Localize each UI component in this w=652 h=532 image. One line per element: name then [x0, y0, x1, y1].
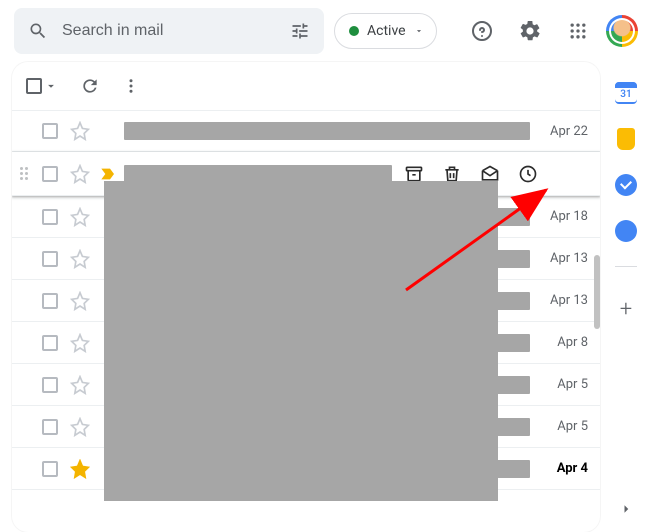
- calendar-day: 31: [615, 88, 637, 102]
- row-checkbox[interactable]: [42, 123, 58, 139]
- message-date: Apr 13: [542, 293, 588, 308]
- mail-panel: Apr 22 Apr 18 Apr 13 Apr: [0, 62, 600, 532]
- redacted-content-block: [104, 181, 498, 501]
- search-icon: [28, 21, 48, 41]
- message-list: Apr 22 Apr 18 Apr 13 Apr: [12, 110, 600, 490]
- star-icon[interactable]: [70, 417, 90, 437]
- message-date: Apr 5: [542, 377, 588, 392]
- header-right-icons: [462, 11, 638, 51]
- chevron-down-icon: [414, 26, 424, 36]
- divider: [615, 266, 637, 267]
- mail-card: Apr 22 Apr 18 Apr 13 Apr: [12, 62, 600, 532]
- message-preview-redacted: [124, 122, 530, 140]
- collapse-panel-button[interactable]: [617, 500, 635, 518]
- message-preview-redacted: [124, 165, 392, 183]
- select-all[interactable]: [26, 78, 58, 94]
- row-checkbox[interactable]: [42, 335, 58, 351]
- star-icon[interactable]: [70, 121, 90, 141]
- calendar-app-icon[interactable]: 31: [615, 82, 637, 104]
- message-date: Apr 18: [542, 209, 588, 224]
- row-checkbox[interactable]: [42, 293, 58, 309]
- message-date: Apr 13: [542, 251, 588, 266]
- star-icon[interactable]: [70, 375, 90, 395]
- row-checkbox[interactable]: [42, 209, 58, 225]
- message-date: Apr 5: [542, 419, 588, 434]
- settings-button[interactable]: [510, 11, 550, 51]
- tasks-app-icon[interactable]: [615, 174, 637, 196]
- row-checkbox[interactable]: [42, 461, 58, 477]
- snooze-icon[interactable]: [518, 164, 538, 184]
- star-icon[interactable]: [70, 164, 90, 184]
- tune-icon[interactable]: [290, 21, 310, 41]
- star-icon[interactable]: [70, 291, 90, 311]
- important-marker[interactable]: [100, 167, 118, 181]
- contacts-app-icon[interactable]: [615, 220, 637, 242]
- row-checkbox[interactable]: [42, 419, 58, 435]
- more-button[interactable]: [122, 77, 140, 95]
- side-panel: 31 +: [600, 62, 652, 532]
- keep-app-icon[interactable]: [617, 128, 635, 150]
- toolbar: [12, 62, 600, 110]
- message-date: Apr 8: [542, 335, 588, 350]
- add-app-button[interactable]: +: [620, 297, 632, 322]
- header: Active: [0, 0, 652, 62]
- star-icon[interactable]: [70, 459, 90, 479]
- status-dot: [349, 26, 359, 36]
- apps-button[interactable]: [558, 11, 598, 51]
- row-checkbox[interactable]: [42, 377, 58, 393]
- refresh-button[interactable]: [80, 76, 100, 96]
- row-checkbox[interactable]: [42, 166, 58, 182]
- row-checkbox[interactable]: [42, 251, 58, 267]
- search-bar[interactable]: [14, 8, 324, 54]
- message-date: Apr 22: [542, 124, 588, 139]
- main-area: Apr 22 Apr 18 Apr 13 Apr: [0, 62, 652, 532]
- star-icon[interactable]: [70, 249, 90, 269]
- status-label: Active: [367, 23, 406, 39]
- message-row[interactable]: Apr 22: [12, 110, 600, 152]
- account-avatar[interactable]: [606, 15, 638, 47]
- search-input[interactable]: [62, 22, 276, 40]
- message-date: Apr 4: [542, 461, 588, 476]
- status-chip[interactable]: Active: [334, 13, 437, 49]
- checkbox-icon: [26, 78, 42, 94]
- star-icon[interactable]: [70, 333, 90, 353]
- support-button[interactable]: [462, 11, 502, 51]
- star-icon[interactable]: [70, 207, 90, 227]
